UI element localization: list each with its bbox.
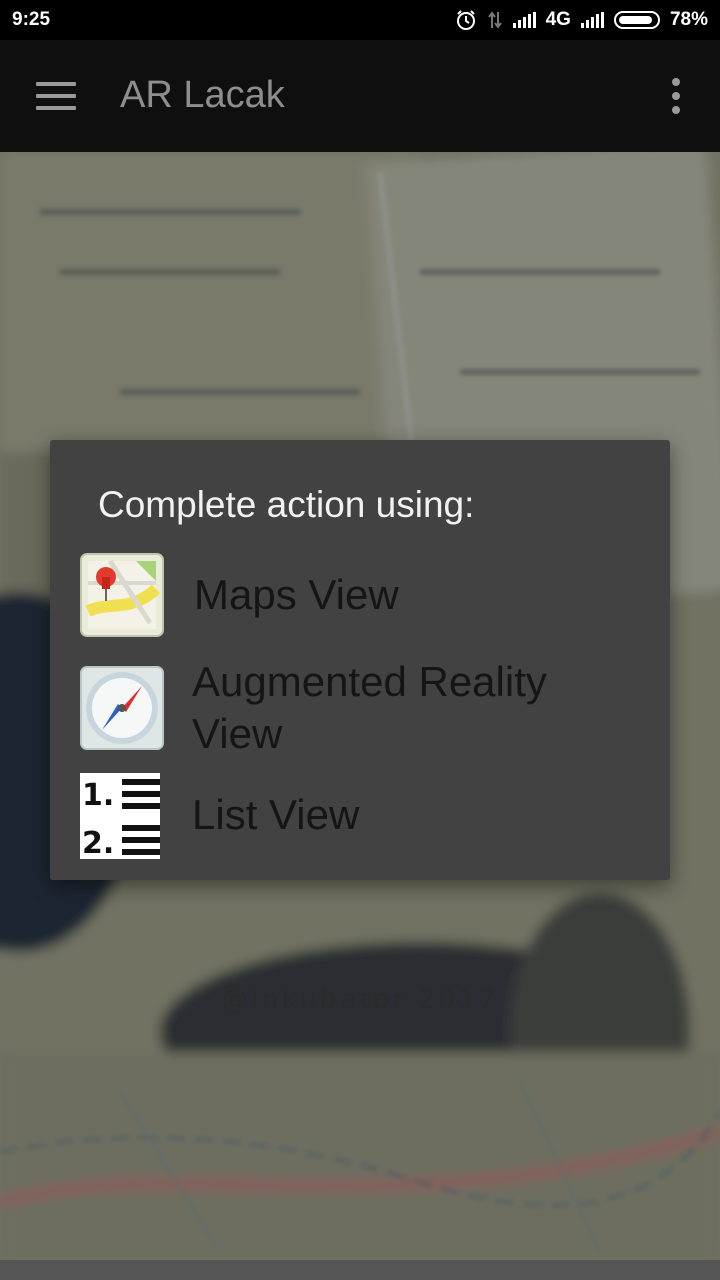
option-list-view[interactable]: 1. 2. List View	[80, 772, 650, 861]
alarm-icon	[456, 10, 475, 30]
status-icons: 4G 78%	[455, 9, 708, 31]
svg-text:2.: 2.	[82, 826, 114, 859]
status-bar: 9:25 4G 78%	[0, 0, 720, 40]
maps-pin-icon	[80, 553, 164, 637]
bottom-strip	[0, 1260, 720, 1280]
app-bar: AR Lacak	[0, 40, 720, 152]
battery-percent: 78%	[669, 9, 708, 30]
signal-icon	[512, 12, 536, 28]
chooser-dialog: Complete action using: Maps View Augment…	[50, 440, 670, 880]
option-label: Maps View	[194, 571, 399, 618]
option-label: Augmented Reality View	[192, 658, 547, 757]
compass-icon	[80, 666, 164, 750]
numbered-list-icon: 1. 2.	[80, 773, 164, 861]
watermark-text: @inkubator 2017	[221, 984, 499, 1015]
network-type: 4G	[545, 9, 571, 30]
data-transfer-icon	[487, 11, 502, 29]
app-title: AR Lacak	[120, 74, 285, 116]
battery-icon	[613, 11, 660, 29]
svg-text:1.: 1.	[82, 778, 114, 813]
status-time: 9:25	[12, 9, 51, 30]
signal-icon-2	[580, 12, 604, 28]
overflow-menu-icon[interactable]	[670, 78, 682, 114]
dialog-title: Complete action using:	[98, 484, 475, 525]
option-maps-view[interactable]: Maps View	[80, 552, 650, 638]
option-augmented-reality-view[interactable]: Augmented Reality View	[80, 658, 650, 757]
option-label: List View	[192, 791, 360, 838]
hamburger-menu-icon[interactable]	[36, 82, 76, 110]
